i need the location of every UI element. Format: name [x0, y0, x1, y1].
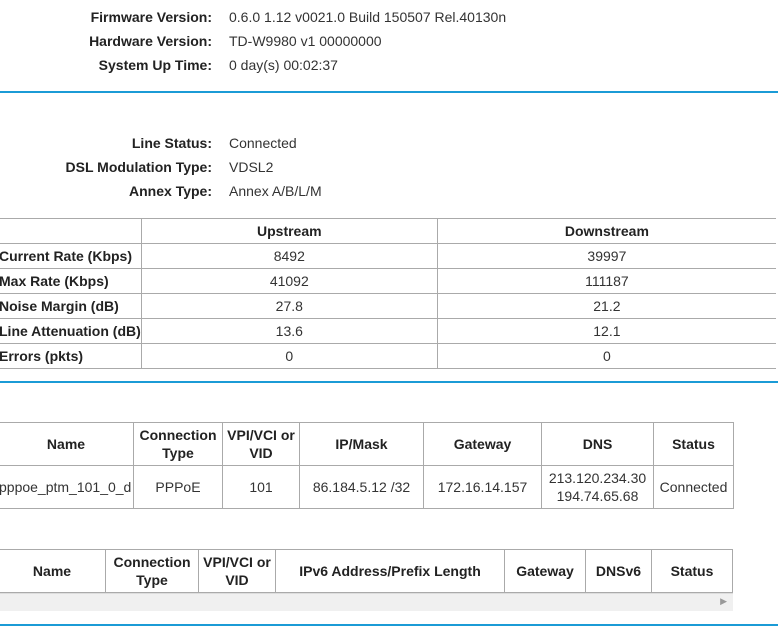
wan-header-ipmask: IP/Mask — [299, 422, 424, 466]
firmware-value: 0.6.0 1.12 v0021.0 Build 150507 Rel.4013… — [229, 9, 507, 25]
uptime-label: System Up Time: — [98, 57, 212, 73]
stats-row-label: Max Rate (Kbps) — [0, 268, 142, 294]
annex-label: Annex Type: — [129, 183, 212, 199]
stats-upstream-value: 0 — [140, 343, 438, 369]
line-status-value: Connected — [229, 135, 297, 151]
stats-downstream-value: 0 — [436, 343, 776, 369]
stats-row-label: Line Attenuation (dB) — [0, 318, 142, 344]
wan-status-value: Connected — [653, 465, 734, 509]
stats-upstream-value: 27.8 — [140, 293, 438, 319]
table-row: Current Rate (Kbps) 8492 39997 — [0, 243, 776, 269]
stats-downstream-value: 21.2 — [436, 293, 776, 319]
ipv6-table: Name Connection Type VPI/VCI or VID IPv6… — [0, 549, 733, 593]
uptime-value: 0 day(s) 00:02:37 — [229, 57, 338, 73]
stats-upstream-value: 13.6 — [140, 318, 438, 344]
stats-row-label: Errors (pkts) — [0, 343, 142, 369]
stats-header-upstream: Upstream — [140, 218, 438, 244]
stats-downstream-value: 39997 — [436, 243, 776, 269]
table-row: Line Attenuation (dB) 13.6 12.1 — [0, 318, 776, 344]
stats-row-label: Current Rate (Kbps) — [0, 243, 142, 269]
table-row: Noise Margin (dB) 27.8 21.2 — [0, 293, 776, 319]
table-row: Max Rate (Kbps) 41092 111187 — [0, 268, 776, 294]
line-status-label: Line Status: — [131, 135, 212, 151]
ipv6-header-dnsv6: DNSv6 — [585, 549, 652, 593]
ipv6-header-address: IPv6 Address/Prefix Length — [275, 549, 505, 593]
stats-header-blank — [0, 218, 142, 244]
wan-name-value: pppoe_ptm_101_0_d — [0, 465, 134, 509]
stats-upstream-value: 41092 — [140, 268, 438, 294]
stats-row-label: Noise Margin (dB) — [0, 293, 142, 319]
wan-header-name: Name — [0, 422, 134, 466]
stats-upstream-value: 8492 — [140, 243, 438, 269]
section-divider — [0, 91, 778, 93]
modulation-label: DSL Modulation Type: — [65, 159, 212, 175]
ipv6-header-vpi: VPI/VCI or VID — [198, 549, 276, 593]
wan-header-dns: DNS — [541, 422, 654, 466]
wan-dns-secondary: 194.74.65.68 — [556, 488, 639, 504]
wan-connection-type-value: PPPoE — [133, 465, 223, 509]
table-row: Errors (pkts) 0 0 — [0, 343, 776, 369]
table-header-row: Name Connection Type VPI/VCI or VID IPv6… — [0, 549, 733, 593]
scroll-right-arrow-icon[interactable]: ▶ — [720, 596, 727, 607]
section-divider — [0, 624, 778, 626]
stats-downstream-value: 111187 — [436, 268, 776, 294]
ipv6-header-name: Name — [0, 549, 106, 593]
hardware-value: TD-W9980 v1 00000000 — [229, 33, 382, 49]
annex-value: Annex A/B/L/M — [229, 183, 322, 199]
dsl-stats-table: Upstream Downstream Current Rate (Kbps) … — [0, 218, 776, 369]
section-divider — [0, 381, 778, 383]
horizontal-scrollbar[interactable]: ▶ — [0, 593, 733, 611]
ipv6-header-status: Status — [651, 549, 733, 593]
wan-header-status: Status — [653, 422, 734, 466]
hardware-label: Hardware Version: — [89, 33, 212, 49]
table-header-row: Upstream Downstream — [0, 218, 776, 244]
wan-vpi-value: 101 — [222, 465, 300, 509]
modulation-value: VDSL2 — [229, 159, 274, 175]
wan-dns-primary: 213.120.234.30 — [548, 470, 647, 486]
ipv6-header-connection-type: Connection Type — [105, 549, 199, 593]
table-row: pppoe_ptm_101_0_d PPPoE 101 86.184.5.12 … — [0, 465, 734, 509]
wan-table: Name Connection Type VPI/VCI or VID IP/M… — [0, 422, 734, 509]
ipv6-header-gateway: Gateway — [504, 549, 586, 593]
table-header-row: Name Connection Type VPI/VCI or VID IP/M… — [0, 422, 734, 466]
firmware-label: Firmware Version: — [90, 9, 212, 25]
wan-header-gateway: Gateway — [423, 422, 542, 466]
wan-header-vpi: VPI/VCI or VID — [222, 422, 300, 466]
stats-header-downstream: Downstream — [436, 218, 776, 244]
stats-downstream-value: 12.1 — [436, 318, 776, 344]
wan-header-connection-type: Connection Type — [133, 422, 223, 466]
wan-dns-value: 213.120.234.30 194.74.65.68 — [541, 465, 654, 509]
wan-gateway-value: 172.16.14.157 — [423, 465, 542, 509]
wan-ipmask-value: 86.184.5.12 /32 — [299, 465, 424, 509]
